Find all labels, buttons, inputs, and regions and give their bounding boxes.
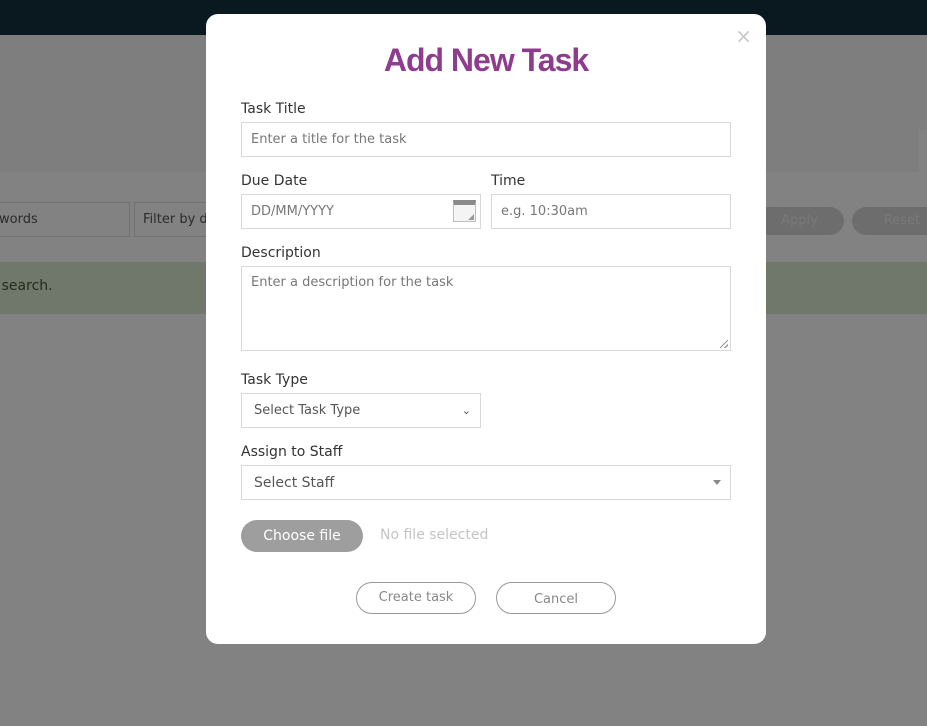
modal-title: Add New Task (383, 42, 589, 78)
assign-staff-selected: Select Staff (254, 474, 335, 491)
time-field[interactable] (491, 194, 731, 229)
add-task-modal: × Add New Task Task Title Due Date Time … (206, 14, 766, 644)
create-task-button[interactable]: Create task (356, 582, 476, 614)
task-type-label: Task Type (241, 372, 308, 388)
description-label: Description (241, 245, 321, 261)
chevron-down-icon: ⌄ (461, 404, 471, 417)
resize-handle-icon[interactable] (720, 340, 728, 348)
due-date-label: Due Date (241, 173, 308, 189)
due-date-field[interactable] (241, 194, 481, 229)
dropdown-arrow-icon (713, 480, 721, 485)
assign-staff-label: Assign to Staff (241, 444, 343, 460)
time-label: Time (491, 173, 526, 189)
task-type-select[interactable]: Select Task Type ⌄ (241, 393, 481, 428)
task-title-input[interactable] (251, 132, 721, 147)
assign-staff-select[interactable]: Select Staff (241, 465, 731, 500)
time-input[interactable] (501, 204, 721, 219)
cancel-button[interactable]: Cancel (496, 582, 616, 614)
description-field[interactable] (241, 266, 731, 351)
task-title-field[interactable] (241, 122, 731, 157)
task-title-label: Task Title (241, 101, 306, 117)
calendar-icon[interactable] (453, 200, 476, 222)
description-textarea[interactable] (251, 275, 721, 345)
task-type-selected: Select Task Type (254, 403, 361, 418)
choose-file-button[interactable]: Choose file (241, 520, 363, 552)
due-date-input[interactable] (251, 204, 471, 219)
file-status: No file selected (380, 527, 489, 543)
